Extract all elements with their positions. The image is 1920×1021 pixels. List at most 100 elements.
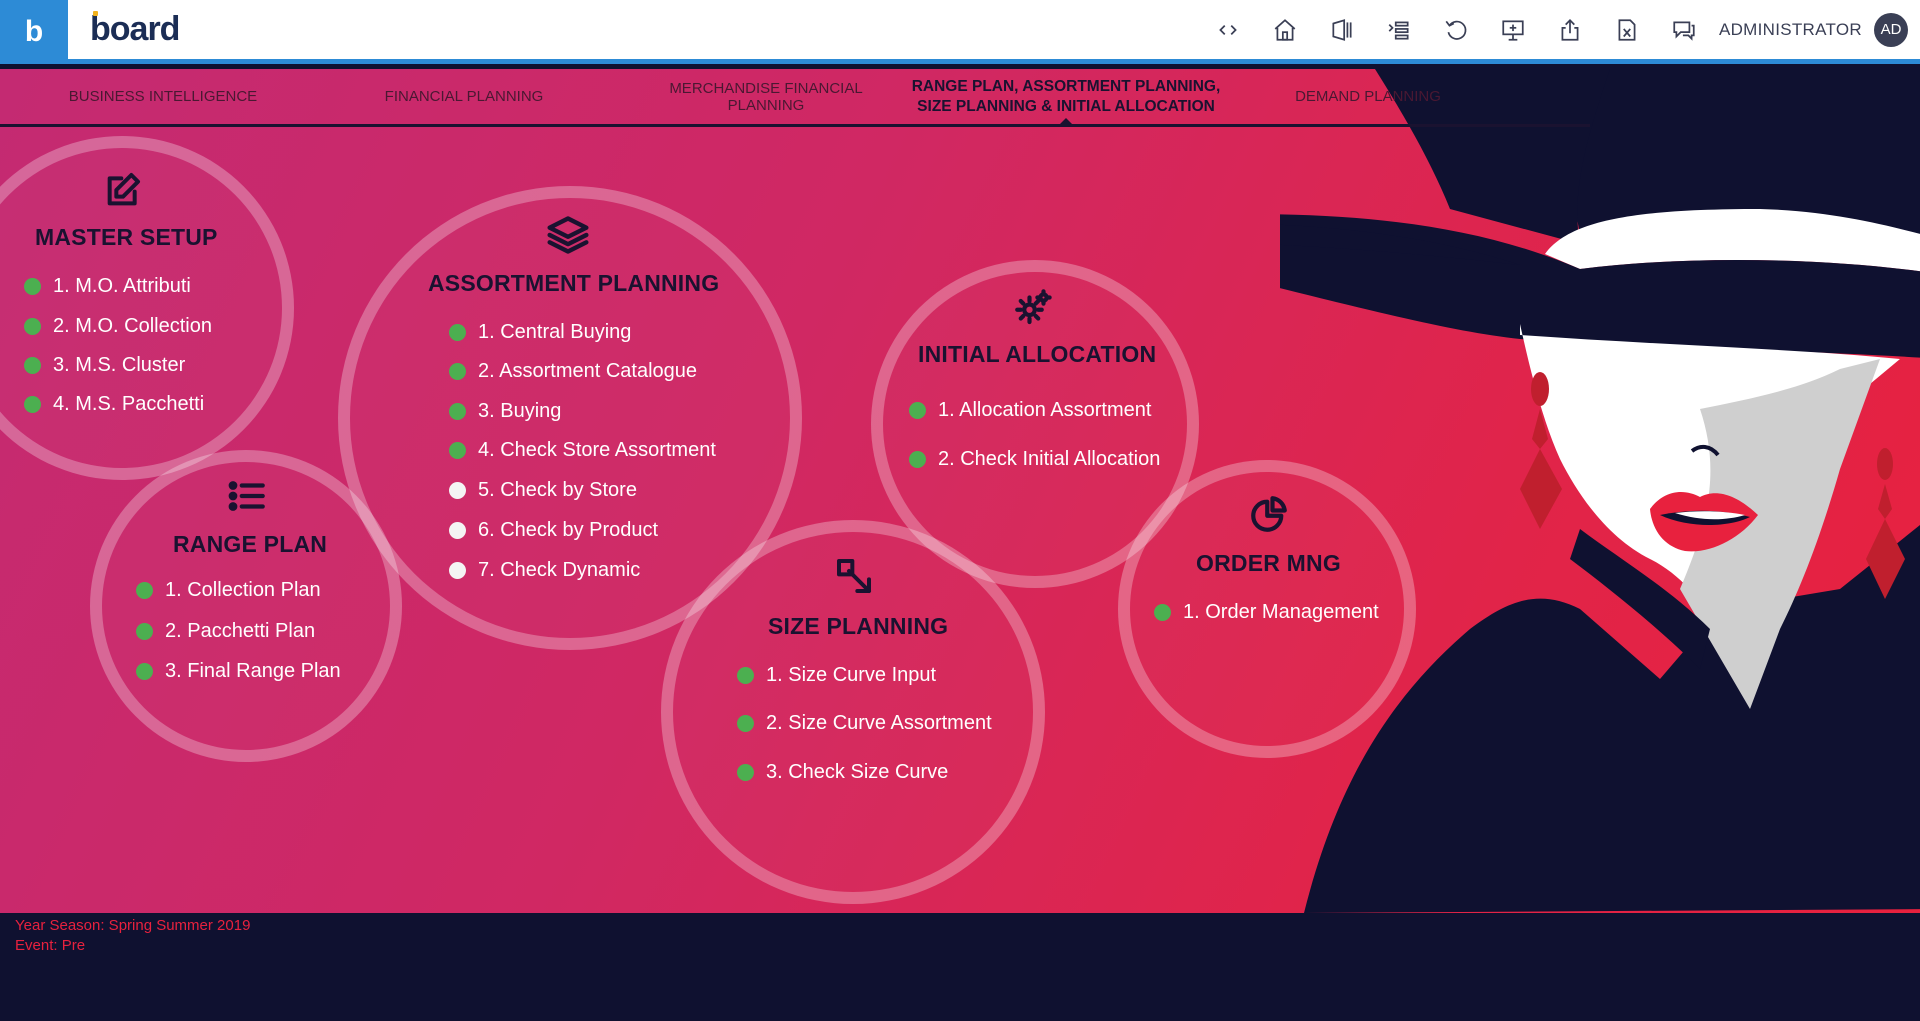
range-plan-item[interactable]: 2. Pacchetti Plan (136, 620, 315, 643)
status-dot-green (909, 402, 926, 419)
code-icon[interactable] (1200, 0, 1257, 59)
gears-icon (1012, 287, 1054, 334)
user-name[interactable]: ADMINISTRATOR (1719, 20, 1862, 40)
share-icon[interactable] (1542, 0, 1599, 59)
status-dot-green (449, 403, 466, 420)
status-dot-green (909, 451, 926, 468)
assortment-item[interactable]: 4. Check Store Assortment (449, 439, 716, 462)
status-dot-green (24, 318, 41, 335)
item-label: 2. Size Curve Assortment (766, 712, 992, 734)
status-dot-green (24, 396, 41, 413)
outline-icon[interactable] (1371, 0, 1428, 59)
status-dot-green (136, 623, 153, 640)
presentation-icon[interactable] (1485, 0, 1542, 59)
toolbar: ADMINISTRATOR AD (1200, 0, 1920, 59)
brand-name: board (90, 10, 180, 48)
item-label: 2. Pacchetti Plan (165, 620, 316, 642)
initial-allocation-title: INITIAL ALLOCATION (918, 341, 1157, 367)
active-tab-indicator (1059, 118, 1073, 125)
initial-allocation-item[interactable]: 2. Check Initial Allocation (909, 448, 1160, 471)
assortment-item[interactable]: 2. Assortment Catalogue (449, 360, 697, 383)
footer: Year Season: Spring Summer 2019 Event: P… (0, 913, 1920, 1021)
status-dot-green (24, 278, 41, 295)
status-dot-green (136, 582, 153, 599)
status-dot-green (449, 363, 466, 380)
brand-logo: board (90, 10, 180, 49)
year-season-label: Year Season: Spring Summer 2019 (15, 917, 251, 934)
status-dot-green (24, 357, 41, 374)
master-setup-item[interactable]: 4. M.S. Pacchetti (24, 393, 204, 416)
item-label: 1. Central Buying (478, 321, 632, 343)
assortment-planning-title: ASSORTMENT PLANNING (428, 270, 720, 296)
avatar[interactable]: AD (1874, 12, 1908, 47)
item-label: 1. Order Management (1183, 601, 1379, 623)
logo-letter: b (24, 15, 44, 48)
assortment-item[interactable]: 1. Central Buying (449, 321, 631, 344)
master-setup-item[interactable]: 3. M.S. Cluster (24, 354, 185, 377)
tab-demand-planning[interactable]: DEMAND PLANNING (1260, 69, 1476, 124)
pie-icon (1248, 493, 1290, 540)
status-dot-white (449, 562, 466, 579)
tab-financial-planning[interactable]: FINANCIAL PLANNING (346, 69, 582, 124)
order-mng-title: ORDER MNG (1196, 550, 1341, 576)
list-icon (226, 475, 268, 522)
master-setup-title: MASTER SETUP (35, 224, 218, 250)
assortment-item[interactable]: 3. Buying (449, 400, 561, 423)
status-dot-green (737, 715, 754, 732)
tab-merchandise-financial-planning[interactable]: MERCHANDISE FINANCIAL PLANNING (630, 69, 902, 124)
assortment-item[interactable]: 5. Check by Store (449, 479, 637, 502)
top-bar: b board ADMINISTRATOR AD (0, 0, 1920, 64)
home-icon[interactable] (1257, 0, 1314, 59)
refresh-icon[interactable] (1428, 0, 1485, 59)
item-label: 4. Check Store Assortment (478, 439, 716, 461)
status-dot-white (449, 522, 466, 539)
size-planning-item[interactable]: 3. Check Size Curve (737, 761, 948, 784)
item-label: 3. Buying (478, 400, 562, 422)
chat-icon[interactable] (1656, 0, 1713, 59)
status-dot-green (449, 324, 466, 341)
item-label: 2. Check Initial Allocation (938, 448, 1161, 470)
status-dot-green (737, 667, 754, 684)
edit-icon (103, 170, 143, 215)
assortment-item[interactable]: 6. Check by Product (449, 519, 658, 542)
item-label: 7. Check Dynamic (478, 559, 641, 581)
app-logo-icon[interactable]: b (0, 0, 68, 64)
item-label: 1. Size Curve Input (766, 664, 937, 686)
tab-range-plan-assortment[interactable]: RANGE PLAN, ASSORTMENT PLANNING, SIZE PL… (906, 69, 1226, 124)
range-plan-item[interactable]: 1. Collection Plan (136, 579, 321, 602)
fashion-illustration (1280, 69, 1920, 913)
section-nav: BUSINESS INTELLIGENCE FINANCIAL PLANNING… (0, 69, 1590, 127)
excel-icon[interactable] (1599, 0, 1656, 59)
status-dot-white (449, 482, 466, 499)
panel-icon[interactable] (1314, 0, 1371, 59)
item-label: 3. Check Size Curve (766, 761, 949, 783)
master-setup-circle (0, 136, 294, 480)
size-planning-item[interactable]: 2. Size Curve Assortment (737, 712, 992, 735)
status-dot-green (737, 764, 754, 781)
brand-dot-icon (93, 11, 98, 16)
master-setup-item[interactable]: 1. M.O. Attributi (24, 275, 191, 298)
initial-allocation-item[interactable]: 1. Allocation Assortment (909, 399, 1151, 422)
range-plan-item[interactable]: 3. Final Range Plan (136, 660, 341, 683)
size-planning-title: SIZE PLANNING (768, 613, 949, 639)
item-label: 1. Allocation Assortment (938, 399, 1152, 421)
event-label: Event: Pre (15, 937, 86, 954)
range-plan-title: RANGE PLAN (173, 531, 328, 557)
item-label: 2. Assortment Catalogue (478, 360, 698, 382)
item-label: 3. Final Range Plan (165, 660, 341, 682)
item-label: 1. M.O. Attributi (53, 275, 191, 297)
status-dot-green (136, 663, 153, 680)
item-label: 6. Check by Product (478, 519, 659, 541)
hero-area: BUSINESS INTELLIGENCE FINANCIAL PLANNING… (0, 69, 1920, 913)
item-label: 2. M.O. Collection (53, 315, 212, 337)
layers-icon (546, 213, 590, 262)
tab-business-intelligence[interactable]: BUSINESS INTELLIGENCE (40, 69, 286, 124)
assortment-item[interactable]: 7. Check Dynamic (449, 559, 640, 582)
order-mng-item[interactable]: 1. Order Management (1154, 601, 1379, 624)
status-dot-green (449, 442, 466, 459)
item-label: 5. Check by Store (478, 479, 637, 501)
item-label: 4. M.S. Pacchetti (53, 393, 205, 415)
item-label: 3. M.S. Cluster (53, 354, 186, 376)
size-planning-item[interactable]: 1. Size Curve Input (737, 664, 936, 687)
master-setup-item[interactable]: 2. M.O. Collection (24, 315, 212, 338)
